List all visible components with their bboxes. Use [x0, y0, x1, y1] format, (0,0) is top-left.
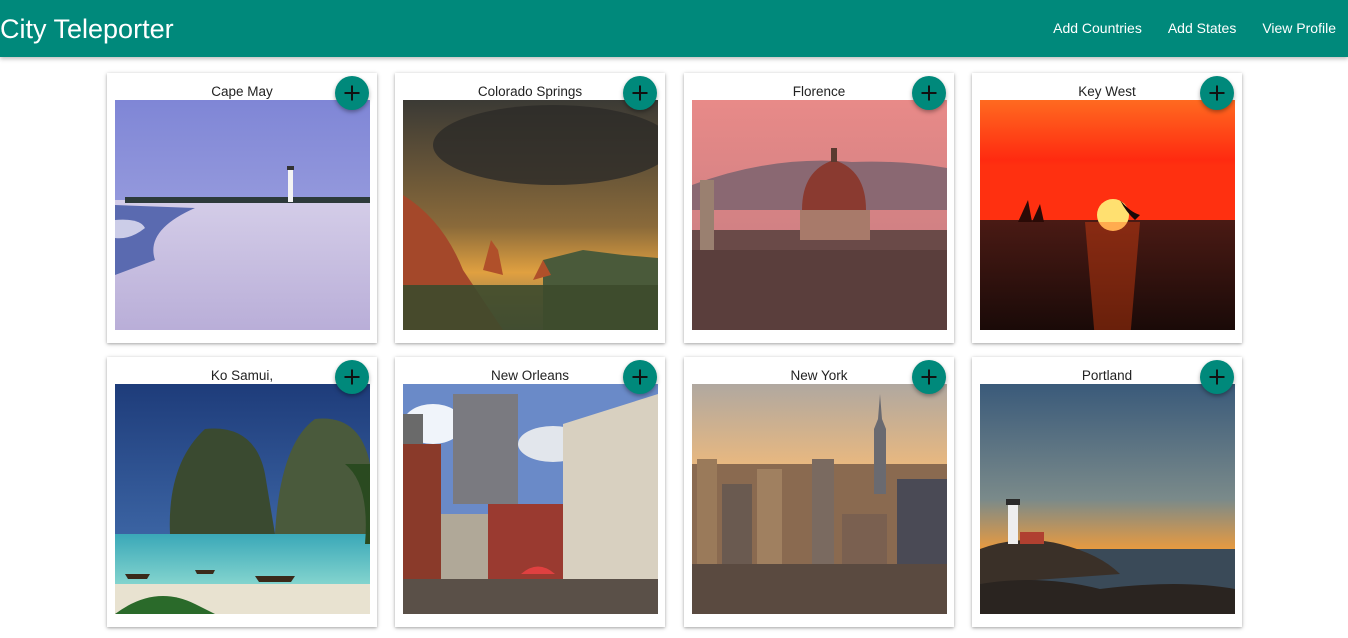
cape-may-beach-image — [115, 100, 370, 330]
city-card-new-york: New York — [684, 357, 954, 627]
city-card-portland: Portland — [972, 357, 1242, 627]
city-card-new-orleans: New Orleans — [395, 357, 665, 627]
add-city-button[interactable] — [623, 76, 657, 110]
city-card-ko-samui: Ko Samui, — [107, 357, 377, 627]
city-photo[interactable] — [115, 384, 370, 614]
plus-icon — [1209, 85, 1225, 101]
top-navbar: City Teleporter Add Countries Add States… — [0, 0, 1348, 57]
plus-icon — [921, 85, 937, 101]
add-city-button[interactable] — [1200, 76, 1234, 110]
city-card-cape-may: Cape May — [107, 73, 377, 343]
city-card-florence: Florence — [684, 73, 954, 343]
plus-icon — [632, 85, 648, 101]
city-card-key-west: Key West — [972, 73, 1242, 343]
key-west-sunset-image — [980, 100, 1235, 330]
add-city-button[interactable] — [912, 76, 946, 110]
city-photo[interactable] — [403, 384, 658, 614]
ko-samui-image — [115, 384, 370, 614]
new-york-skyline-image — [692, 384, 947, 614]
city-photo[interactable] — [115, 100, 370, 330]
colorado-springs-image — [403, 100, 658, 330]
plus-icon — [344, 369, 360, 385]
florence-duomo-image — [692, 100, 947, 330]
nav-menu: Add Countries Add States View Profile — [1039, 0, 1348, 57]
nav-add-states[interactable]: Add States — [1154, 0, 1249, 57]
city-photo[interactable] — [692, 384, 947, 614]
nav-view-profile[interactable]: View Profile — [1248, 0, 1348, 57]
nav-add-countries[interactable]: Add Countries — [1039, 0, 1154, 57]
add-city-button[interactable] — [335, 360, 369, 394]
plus-icon — [921, 369, 937, 385]
new-orleans-street-image — [403, 384, 658, 614]
add-city-button[interactable] — [912, 360, 946, 394]
city-card-colorado-springs: Colorado Springs — [395, 73, 665, 343]
portland-lighthouse-image — [980, 384, 1235, 614]
plus-icon — [632, 369, 648, 385]
app-title[interactable]: City Teleporter — [0, 13, 174, 45]
add-city-button[interactable] — [1200, 360, 1234, 394]
city-photo[interactable] — [980, 384, 1235, 614]
city-photo[interactable] — [692, 100, 947, 330]
plus-icon — [1209, 369, 1225, 385]
add-city-button[interactable] — [335, 76, 369, 110]
city-photo[interactable] — [980, 100, 1235, 330]
city-photo[interactable] — [403, 100, 658, 330]
add-city-button[interactable] — [623, 360, 657, 394]
plus-icon — [344, 85, 360, 101]
